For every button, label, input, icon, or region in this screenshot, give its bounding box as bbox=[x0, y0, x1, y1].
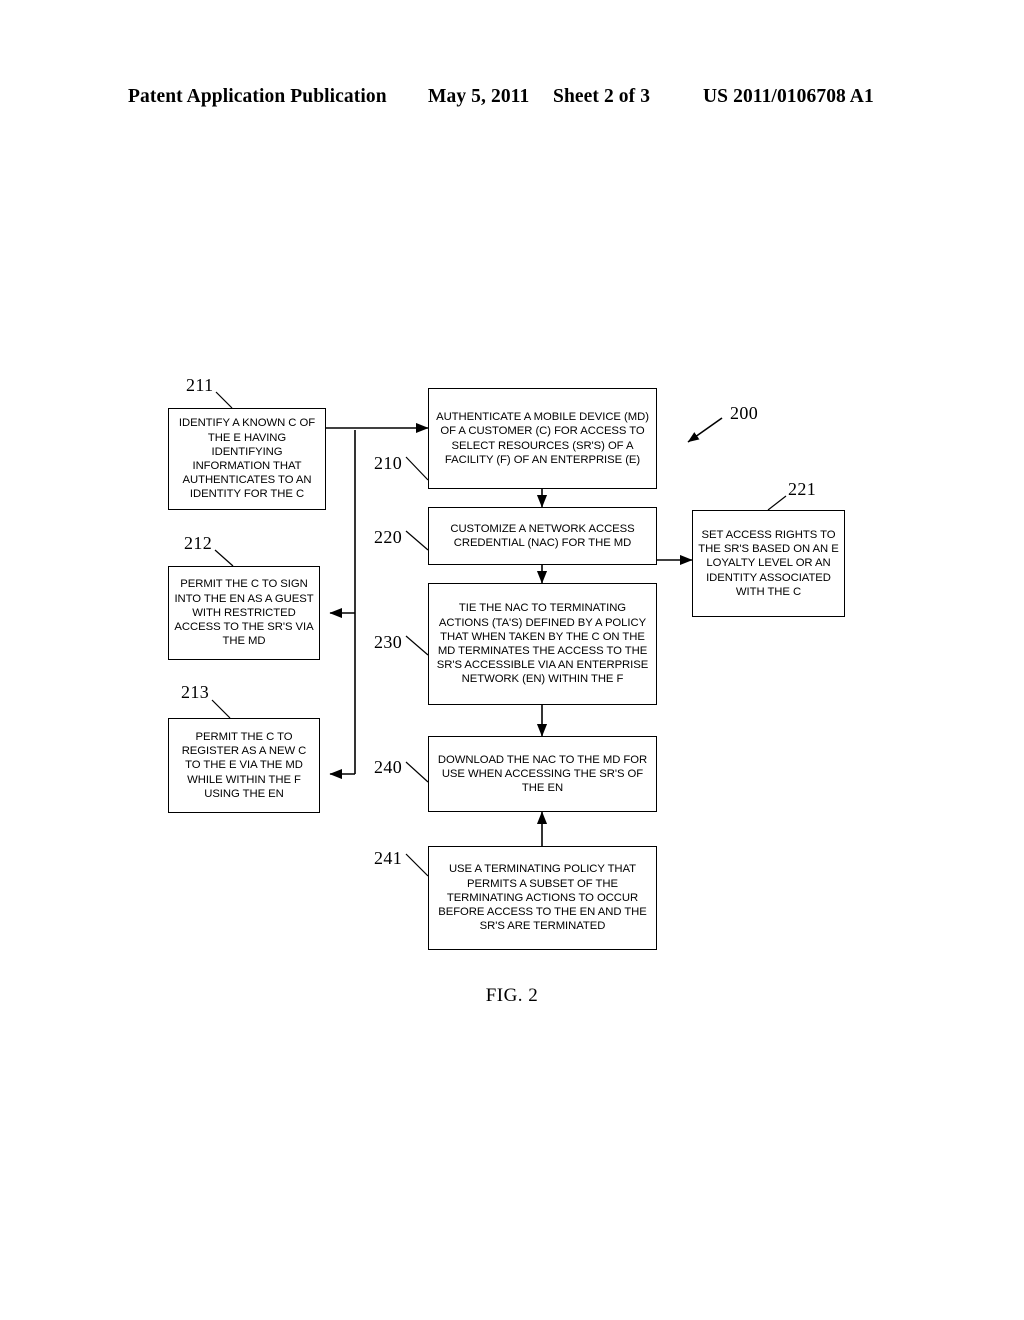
flow-node-230: TIE THE NAC TO TERMINATING ACTIONS (TA'S… bbox=[428, 583, 657, 705]
flow-node-213-label: PERMIT THE C TO REGISTER AS A NEW C TO T… bbox=[181, 730, 307, 800]
connector-220-to-221 bbox=[655, 509, 693, 566]
flow-node-221: SET ACCESS RIGHTS TO THE SR'S BASED ON A… bbox=[692, 510, 845, 617]
leader-line-211 bbox=[215, 391, 233, 409]
ref-numeral-230: 230 bbox=[374, 632, 403, 652]
ref-numeral-211: 211 bbox=[186, 375, 214, 395]
ref-numeral-213: 213 bbox=[181, 682, 210, 702]
leader-line-230 bbox=[405, 635, 429, 656]
leader-line-212 bbox=[214, 549, 234, 567]
ref-numeral-212: 212 bbox=[184, 533, 213, 553]
leader-line-200 bbox=[687, 417, 723, 443]
flow-node-211-label: IDENTIFY A KNOWN C OF THE E HAVING IDENT… bbox=[178, 417, 316, 501]
leader-line-210 bbox=[405, 456, 429, 481]
flowchart-diagram: IDENTIFY A KNOWN C OF THE E HAVING IDENT… bbox=[0, 0, 1024, 1320]
flow-node-213: PERMIT THE C TO REGISTER AS A NEW C TO T… bbox=[168, 718, 320, 813]
flow-node-240-label: DOWNLOAD THE NAC TO THE MD FOR USE WHEN … bbox=[437, 753, 648, 795]
ref-numeral-220: 220 bbox=[374, 527, 403, 547]
ref-numeral-240: 240 bbox=[374, 757, 403, 777]
flow-node-210: AUTHENTICATE A MOBILE DEVICE (MD) OF A C… bbox=[428, 388, 657, 489]
flow-node-241-label: USE A TERMINATING POLICY THAT PERMITS A … bbox=[438, 863, 647, 933]
leader-line-220 bbox=[405, 530, 429, 551]
flow-node-221-label: SET ACCESS RIGHTS TO THE SR'S BASED ON A… bbox=[698, 528, 839, 598]
ref-numeral-210: 210 bbox=[374, 453, 403, 473]
ref-numeral-241: 241 bbox=[374, 848, 403, 868]
flow-node-241: USE A TERMINATING POLICY THAT PERMITS A … bbox=[428, 846, 657, 950]
flow-node-240: DOWNLOAD THE NAC TO THE MD FOR USE WHEN … bbox=[428, 736, 657, 812]
ref-numeral-200: 200 bbox=[730, 403, 759, 423]
flow-node-220-label: CUSTOMIZE A NETWORK ACCESS CREDENTIAL (N… bbox=[450, 522, 635, 549]
figure-caption: FIG. 2 bbox=[485, 985, 539, 1006]
flow-node-212-label: PERMIT THE C TO SIGN INTO THE EN AS A GU… bbox=[174, 578, 314, 648]
leader-line-241 bbox=[405, 853, 429, 877]
leader-line-213 bbox=[211, 699, 231, 719]
flow-node-230-label: TIE THE NAC TO TERMINATING ACTIONS (TA'S… bbox=[436, 602, 649, 686]
ref-numeral-221: 221 bbox=[788, 479, 817, 499]
flow-node-212: PERMIT THE C TO SIGN INTO THE EN AS A GU… bbox=[168, 566, 320, 660]
flow-node-210-label: AUTHENTICATE A MOBILE DEVICE (MD) OF A C… bbox=[436, 411, 649, 466]
flow-node-220: CUSTOMIZE A NETWORK ACCESS CREDENTIAL (N… bbox=[428, 507, 657, 565]
leader-line-221 bbox=[767, 495, 787, 511]
flow-node-211: IDENTIFY A KNOWN C OF THE E HAVING IDENT… bbox=[168, 408, 326, 510]
leader-line-240 bbox=[405, 761, 429, 783]
